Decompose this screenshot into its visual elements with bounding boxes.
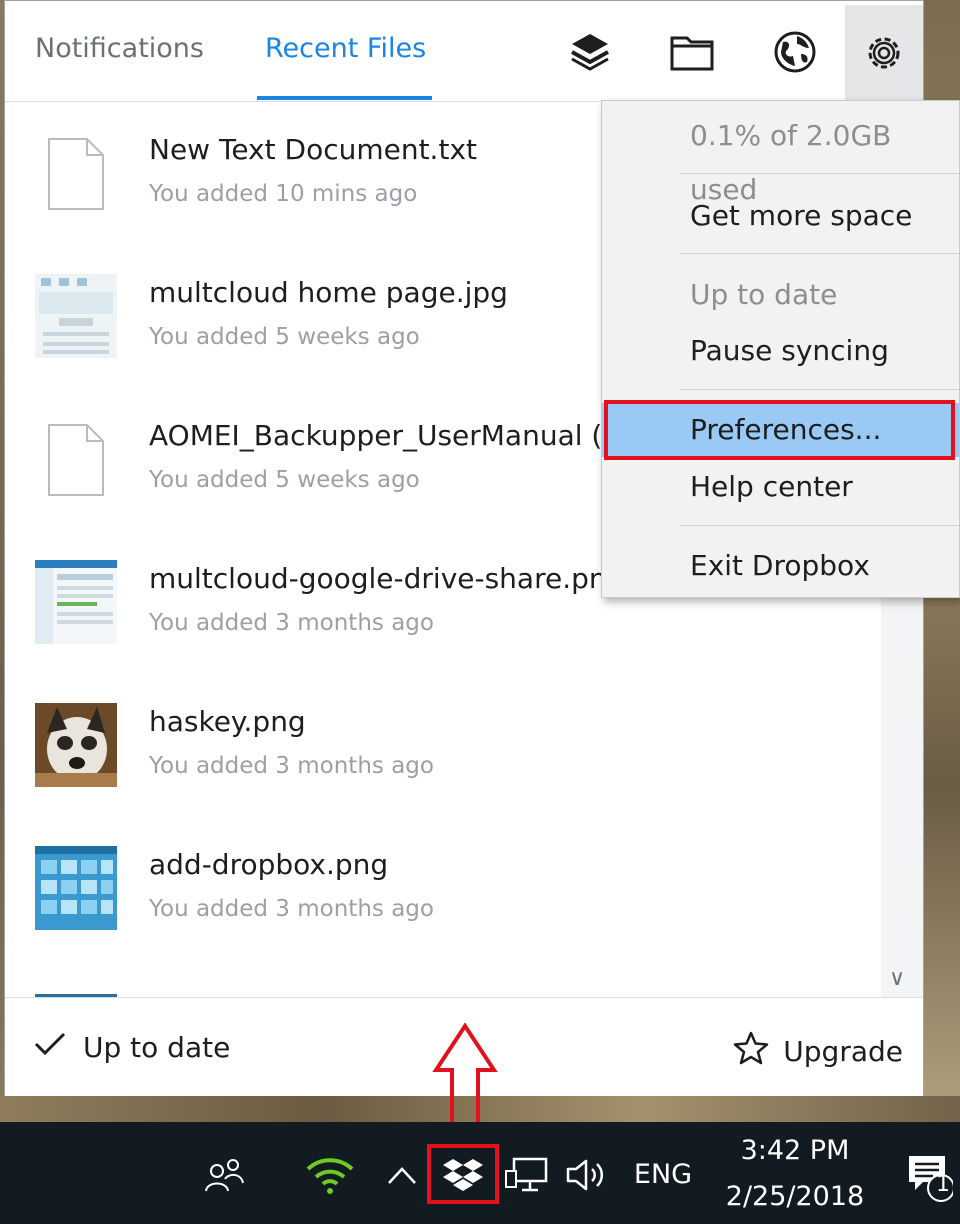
document-icon <box>35 417 117 501</box>
taskbar-clock[interactable]: 3:42 PM 2/25/2018 <box>720 1128 870 1220</box>
file-name: multcloud home page.jpg <box>149 276 508 309</box>
wifi-icon[interactable] <box>300 1150 360 1200</box>
menu-separator <box>680 253 960 254</box>
menu-separator <box>680 173 960 174</box>
menu-item-pause-syncing[interactable]: Pause syncing <box>602 324 959 378</box>
scroll-down-icon[interactable]: ∨ <box>889 966 905 991</box>
menu-separator <box>680 389 960 390</box>
list-item-partial[interactable] <box>5 959 881 997</box>
language-indicator[interactable]: ENG <box>628 1154 698 1194</box>
file-meta: You added 3 months ago <box>149 753 434 779</box>
image-thumbnail <box>35 274 117 358</box>
dropbox-tray-highlight-box <box>427 1144 499 1204</box>
action-center-icon[interactable]: 1 <box>898 1148 958 1204</box>
volume-icon[interactable] <box>560 1150 614 1200</box>
file-name: multcloud-google-drive-share.pn <box>149 562 607 595</box>
settings-menu: 0.1% of 2.0GB used Get more space Up to … <box>601 100 960 598</box>
image-thumbnail <box>35 560 117 644</box>
file-meta: You added 5 weeks ago <box>149 467 420 493</box>
active-tab-indicator <box>257 96 432 100</box>
tab-recent-files[interactable]: Recent Files <box>265 33 426 64</box>
checkmark-icon <box>33 1030 67 1065</box>
file-name: AOMEI_Backupper_UserManual (1 <box>149 419 621 452</box>
file-name: add-dropbox.png <box>149 848 389 881</box>
menu-item-sync-status: Up to date <box>690 278 838 311</box>
document-icon <box>35 131 117 215</box>
upgrade-label: Upgrade <box>783 1035 903 1068</box>
notification-count-badge: 1 <box>936 1172 950 1197</box>
people-icon[interactable] <box>200 1150 250 1200</box>
tab-notifications[interactable]: Notifications <box>35 33 204 64</box>
menu-item-help-center[interactable]: Help center <box>602 460 959 514</box>
taskbar: ENG 3:42 PM 2/25/2018 1 <box>0 1122 960 1224</box>
star-icon <box>733 1030 769 1073</box>
menu-item-get-more-space[interactable]: Get more space <box>602 189 959 243</box>
file-meta: You added 5 weeks ago <box>149 324 420 350</box>
menu-item-exit-dropbox[interactable]: Exit Dropbox <box>602 539 959 593</box>
file-name: haskey.png <box>149 705 306 738</box>
clock-date: 2/25/2018 <box>725 1181 865 1212</box>
gear-icon[interactable] <box>845 5 923 101</box>
annotation-arrow <box>432 1022 498 1132</box>
image-thumbnail <box>35 846 117 930</box>
globe-icon[interactable] <box>760 19 830 85</box>
menu-separator <box>680 525 960 526</box>
layers-icon[interactable] <box>555 19 625 85</box>
file-name: New Text Document.txt <box>149 133 477 166</box>
upgrade-button[interactable]: Upgrade <box>733 1030 903 1073</box>
list-item[interactable]: haskey.png You added 3 months ago <box>5 673 881 816</box>
window-header: Notifications Recent Files <box>5 1 923 102</box>
preferences-highlight-box <box>604 400 955 460</box>
file-meta: You added 3 months ago <box>149 896 434 922</box>
sync-status: Up to date <box>33 1030 230 1065</box>
file-meta: You added 3 months ago <box>149 610 434 636</box>
storage-usage: 0.1% of 2.0GB used <box>690 119 892 206</box>
file-meta: You added 10 mins ago <box>149 181 418 207</box>
chevron-up-icon[interactable] <box>382 1150 422 1200</box>
list-item[interactable]: add-dropbox.png You added 3 months ago <box>5 816 881 959</box>
network-icon[interactable] <box>500 1150 554 1200</box>
clock-time: 3:42 PM <box>740 1135 850 1166</box>
dog-photo-thumbnail <box>35 703 117 787</box>
image-thumbnail <box>35 989 117 997</box>
folder-icon[interactable] <box>657 19 727 85</box>
sync-status-label: Up to date <box>83 1031 231 1064</box>
